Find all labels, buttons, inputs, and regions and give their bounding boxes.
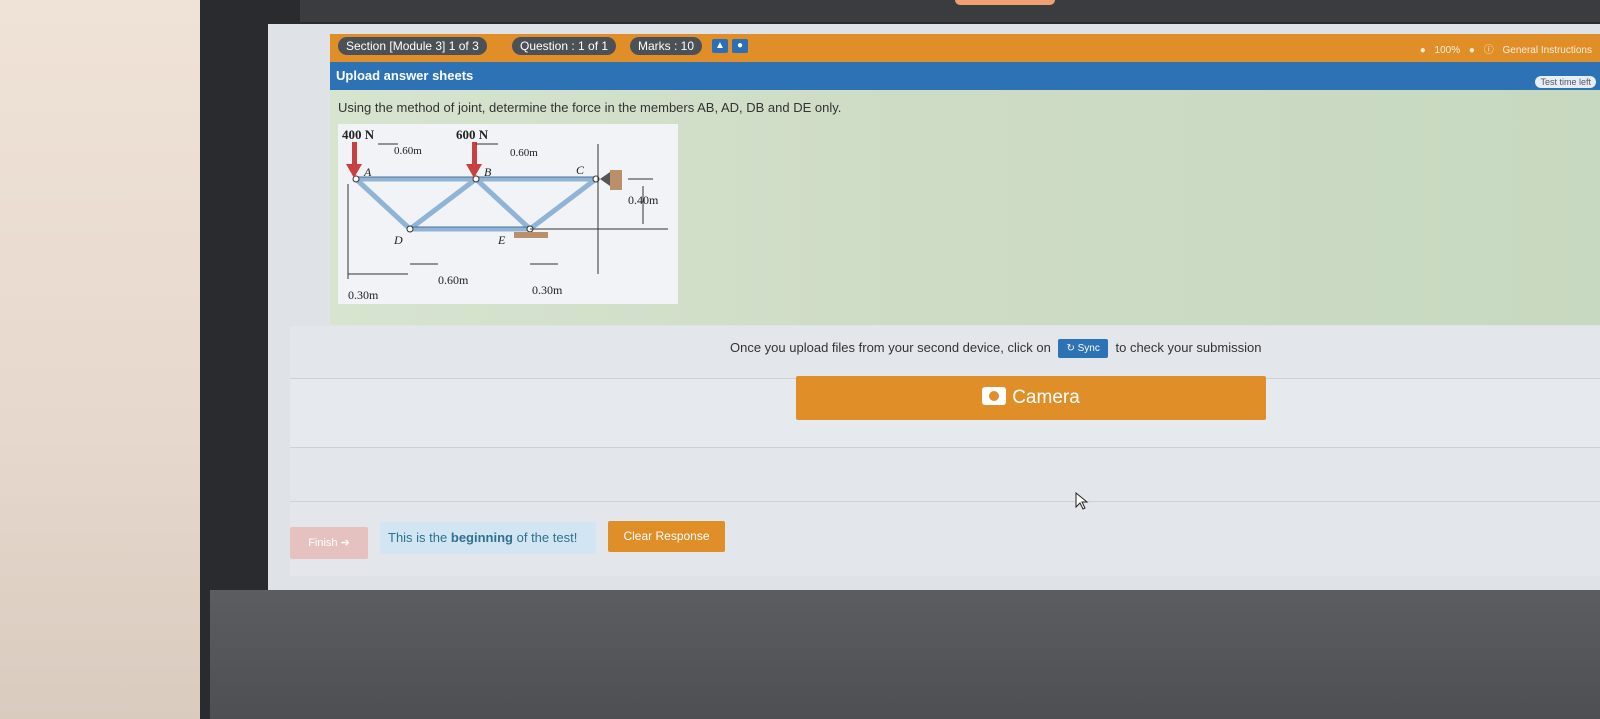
node-e-label: E <box>497 233 506 247</box>
begin-suffix: of the test! <box>516 530 578 545</box>
node-c-label: C <box>576 163 585 177</box>
load-b-label: 600 N <box>456 127 489 142</box>
truss-member-edges <box>356 176 596 228</box>
section-pill[interactable]: Section [Module 3] 1 of 3 <box>338 37 487 55</box>
node-a-label: A <box>363 165 372 179</box>
node-d-label: D <box>393 233 403 247</box>
mouse-cursor-icon <box>1075 492 1089 510</box>
question-text: Using the method of joint, determine the… <box>338 100 842 115</box>
time-left-badge: Test time left <box>1535 76 1596 88</box>
sub-header: Upload answer sheets Test time left <box>330 62 1600 90</box>
desk-surface <box>210 590 1600 719</box>
truss-diagram: 400 N 600 N 0.60m 0.60m 0.40m 0.30m 0.60… <box>342 127 668 302</box>
sync-label: Sync <box>1077 343 1100 354</box>
sync-instructions: Once you upload files from your second d… <box>730 339 1262 359</box>
info-icon: ⓘ <box>1483 45 1494 56</box>
chat-icon[interactable]: ● <box>732 39 748 53</box>
marks-pill: Marks : 10 <box>630 37 703 55</box>
general-instructions-link[interactable]: General Instructions <box>1503 45 1593 56</box>
dim-bottom-left: 0.30m <box>348 288 379 302</box>
roller-support <box>514 232 548 238</box>
truss-figure: 400 N 600 N 0.60m 0.60m 0.40m 0.30m 0.60… <box>338 124 678 304</box>
camera-icon <box>982 387 1007 405</box>
sync-button[interactable]: ↻ Sync <box>1058 339 1108 358</box>
header-right-controls: ● 100% ● ⓘ General Instructions <box>1414 41 1592 56</box>
page-title: Upload answer sheets <box>336 68 474 83</box>
dim-bottom-mid: 0.60m <box>438 273 469 287</box>
zoom-in-icon[interactable]: ● <box>1469 45 1475 56</box>
browser-tab-indicator <box>955 0 1055 5</box>
truss-members <box>354 176 598 232</box>
user-icon[interactable]: ▲ <box>712 39 728 53</box>
finish-label: Finish <box>308 537 338 549</box>
dim-height: 0.40m <box>628 193 659 207</box>
upload-section: Once you upload files from your second d… <box>290 326 1600 576</box>
divider <box>290 501 1600 502</box>
begin-prefix: This is the <box>388 530 448 545</box>
dim-top-left: 0.60m <box>394 145 422 157</box>
camera-label: Camera <box>1012 387 1080 408</box>
dim-bottom-right: 0.30m <box>532 283 563 297</box>
node-b-label: B <box>484 165 492 179</box>
finish-button[interactable]: Finish ➜ <box>290 527 368 559</box>
camera-button[interactable]: Camera <box>796 376 1266 420</box>
wall-support <box>610 170 622 190</box>
test-header: Section [Module 3] 1 of 3 Question : 1 o… <box>330 34 1600 62</box>
clear-response-button[interactable]: Clear Response <box>608 521 725 552</box>
begin-bold: beginning <box>450 530 513 545</box>
browser-top-bar <box>300 0 1600 22</box>
zoom-level: 100% <box>1434 45 1461 56</box>
zoom-out-icon[interactable]: ● <box>1420 45 1426 56</box>
dim-top-right: 0.60m <box>510 147 538 159</box>
test-position-notice: This is the beginning of the test! <box>380 522 596 554</box>
question-pill[interactable]: Question : 1 of 1 <box>512 37 617 55</box>
question-area: Using the method of joint, determine the… <box>330 90 1600 325</box>
load-a-label: 400 N <box>342 127 375 142</box>
sync-info-suffix: to check your submission <box>1115 340 1262 355</box>
sync-info-prefix: Once you upload files from your second d… <box>730 340 1051 355</box>
pin-support <box>600 172 610 186</box>
